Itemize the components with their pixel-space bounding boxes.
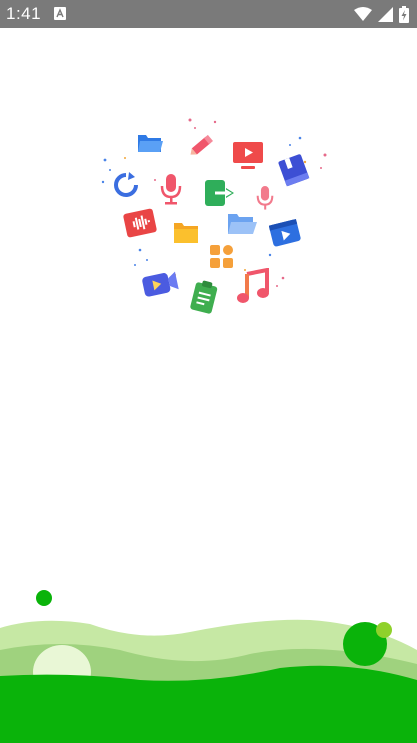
refresh-icon (114, 172, 138, 197)
export-icon (205, 180, 234, 206)
folder-icon (138, 135, 163, 152)
tv-play-icon (233, 142, 263, 169)
microphone-icon (160, 174, 182, 205)
folder-icon (174, 223, 198, 243)
cell-signal-icon (378, 6, 393, 22)
audio-file-icon (123, 208, 157, 238)
status-time: 1:41 (6, 4, 42, 23)
status-icons (354, 5, 409, 23)
pencil-icon (190, 134, 213, 155)
wifi-icon (354, 7, 372, 21)
battery-charging-icon (399, 5, 409, 23)
decorative-hills (0, 590, 417, 743)
video-camera-icon (142, 271, 179, 297)
status-bar: 1:41 (0, 0, 417, 28)
music-note-icon (237, 268, 269, 303)
note-icon (190, 280, 218, 314)
book-icon (278, 154, 310, 187)
video-play-icon (269, 218, 301, 247)
app-notification-icon (54, 7, 66, 20)
microphone-icon (256, 186, 274, 210)
folder-open-icon (228, 214, 257, 234)
app-icons-cluster (95, 110, 340, 325)
apps-grid-icon (210, 245, 233, 268)
